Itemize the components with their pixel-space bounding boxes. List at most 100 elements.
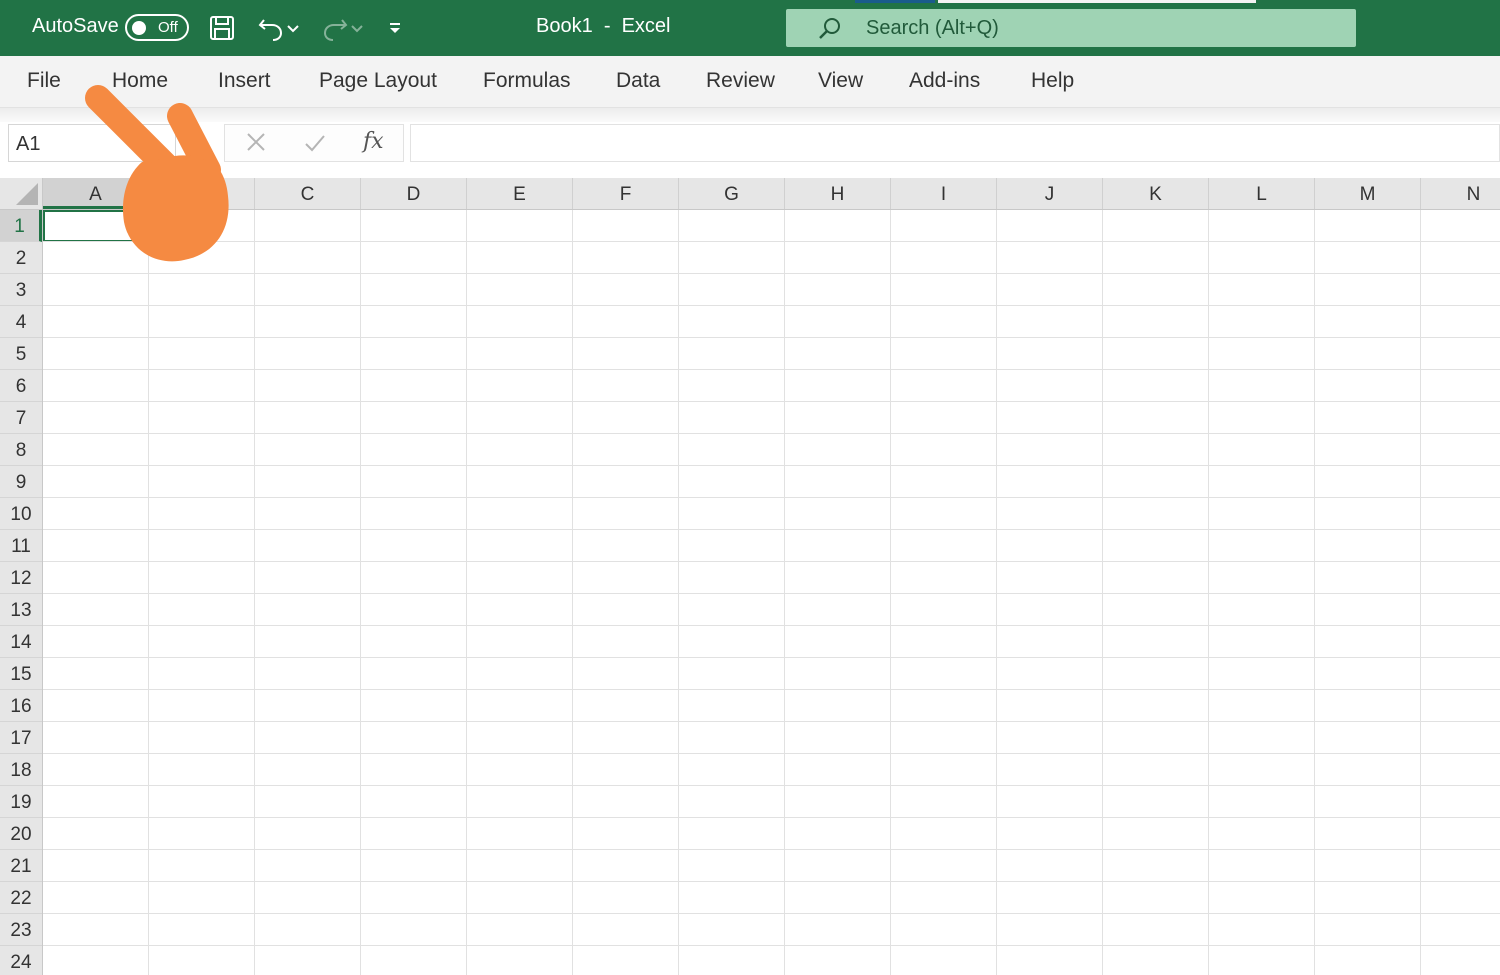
row-header-11[interactable]: 11: [0, 530, 42, 562]
spreadsheet-grid: ABCDEFGHIJKLMN 1234567891011121314151617…: [0, 178, 1500, 975]
row-header-7[interactable]: 7: [0, 402, 42, 434]
title-bar: AutoSave Off Book1 - Excel Search (Alt+Q…: [0, 0, 1500, 56]
grid-line: [43, 881, 1500, 882]
row-header-10[interactable]: 10: [0, 498, 42, 530]
formula-actions: fx: [224, 124, 404, 162]
row-header-2[interactable]: 2: [0, 242, 42, 274]
row-header-14[interactable]: 14: [0, 626, 42, 658]
undo-icon: [258, 19, 283, 41]
cancel-icon[interactable]: [245, 131, 267, 153]
column-header-n[interactable]: N: [1421, 178, 1500, 209]
grid-line: [43, 433, 1500, 434]
row-header-24[interactable]: 24: [0, 946, 42, 975]
search-box[interactable]: Search (Alt+Q): [786, 9, 1356, 47]
grid-line: [43, 753, 1500, 754]
insert-function-button[interactable]: fx: [363, 129, 384, 154]
autosave-toggle[interactable]: Off: [125, 14, 189, 41]
autosave-state: Off: [158, 19, 178, 36]
column-header-j[interactable]: J: [997, 178, 1103, 209]
grid-line: [43, 945, 1500, 946]
tab-formulas[interactable]: Formulas: [483, 69, 571, 93]
search-placeholder: Search (Alt+Q): [866, 17, 999, 39]
row-header-9[interactable]: 9: [0, 466, 42, 498]
save-button[interactable]: [205, 12, 239, 44]
toggle-knob: [132, 20, 146, 35]
row-header-16[interactable]: 16: [0, 690, 42, 722]
grid-line: [43, 337, 1500, 338]
row-header-17[interactable]: 17: [0, 722, 42, 754]
grid-line: [43, 561, 1500, 562]
tab-review[interactable]: Review: [706, 69, 775, 93]
row-headers: 1 2 3 4 5 6 7 8 9 10 11 12 13 14 15 16 17 18 19 20 21 22 23 24: [0, 210, 43, 975]
column-header-m[interactable]: M: [1315, 178, 1421, 209]
tab-data[interactable]: Data: [616, 69, 660, 93]
row-header-1[interactable]: 1: [0, 210, 42, 242]
column-headers: ABCDEFGHIJKLMN: [43, 178, 1500, 210]
grid-line: [43, 593, 1500, 594]
column-header-f[interactable]: F: [573, 178, 679, 209]
formula-input[interactable]: [410, 124, 1500, 162]
grid-line: [43, 721, 1500, 722]
row-header-15[interactable]: 15: [0, 658, 42, 690]
row-header-20[interactable]: 20: [0, 818, 42, 850]
window-tab-indicator: [855, 0, 935, 3]
column-header-g[interactable]: G: [679, 178, 785, 209]
row-header-23[interactable]: 23: [0, 914, 42, 946]
row-header-5[interactable]: 5: [0, 338, 42, 370]
column-header-h[interactable]: H: [785, 178, 891, 209]
grid-line: [43, 369, 1500, 370]
column-header-l[interactable]: L: [1209, 178, 1315, 209]
row-header-8[interactable]: 8: [0, 434, 42, 466]
document-title: Book1 - Excel: [536, 15, 671, 37]
grid-line: [43, 465, 1500, 466]
grid-line: [43, 273, 1500, 274]
grid-line: [43, 241, 1500, 242]
tab-page-layout[interactable]: Page Layout: [319, 69, 437, 93]
customize-toolbar-button[interactable]: [384, 12, 406, 44]
column-header-k[interactable]: K: [1103, 178, 1209, 209]
chevron-down-icon: [287, 25, 299, 33]
select-all-button[interactable]: [0, 178, 43, 210]
row-header-13[interactable]: 13: [0, 594, 42, 626]
autosave-label: AutoSave: [32, 15, 119, 37]
grid-line: [43, 849, 1500, 850]
column-header-e[interactable]: E: [467, 178, 573, 209]
save-icon: [210, 16, 234, 40]
grid-line: [43, 657, 1500, 658]
column-header-i[interactable]: I: [891, 178, 997, 209]
grid-line: [43, 913, 1500, 914]
search-icon: [819, 18, 840, 39]
redo-icon: [323, 19, 348, 41]
pointing-hand-icon: [85, 85, 229, 262]
grid-line: [43, 305, 1500, 306]
grid-line: [43, 401, 1500, 402]
row-header-22[interactable]: 22: [0, 882, 42, 914]
undo-button[interactable]: [252, 12, 304, 44]
row-header-4[interactable]: 4: [0, 306, 42, 338]
column-header-d[interactable]: D: [361, 178, 467, 209]
select-all-icon: [16, 183, 38, 205]
column-header-c[interactable]: C: [255, 178, 361, 209]
grid-line: [43, 817, 1500, 818]
chevron-down-icon: [351, 25, 363, 33]
row-header-6[interactable]: 6: [0, 370, 42, 402]
cell-area[interactable]: [43, 210, 1500, 975]
enter-icon[interactable]: [303, 132, 327, 154]
redo-button[interactable]: [316, 12, 368, 44]
grid-line: [43, 689, 1500, 690]
grid-line: [43, 529, 1500, 530]
row-header-21[interactable]: 21: [0, 850, 42, 882]
customize-icon: [390, 23, 400, 33]
tab-view[interactable]: View: [818, 69, 863, 93]
row-header-18[interactable]: 18: [0, 754, 42, 786]
row-header-19[interactable]: 19: [0, 786, 42, 818]
tab-add-ins[interactable]: Add-ins: [909, 69, 980, 93]
name-box-value: A1: [16, 133, 41, 155]
tab-help[interactable]: Help: [1031, 69, 1074, 93]
tab-file[interactable]: File: [27, 69, 61, 93]
row-header-3[interactable]: 3: [0, 274, 42, 306]
grid-line: [43, 625, 1500, 626]
row-header-12[interactable]: 12: [0, 562, 42, 594]
window-tab-indicator-secondary: [938, 0, 1256, 3]
grid-line: [43, 497, 1500, 498]
